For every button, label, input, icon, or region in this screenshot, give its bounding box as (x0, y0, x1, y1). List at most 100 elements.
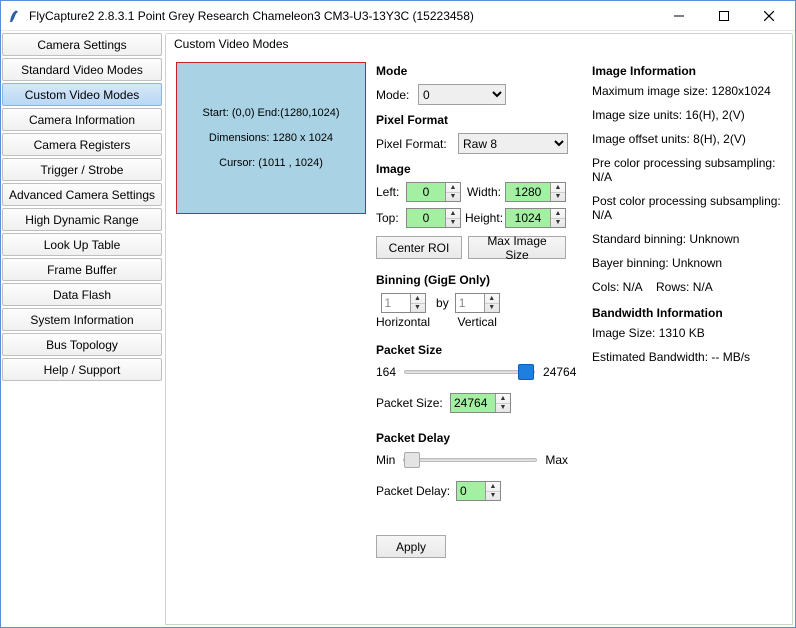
image-info-heading: Image Information (592, 64, 782, 78)
top-label: Top: (376, 211, 402, 225)
sidebar-item-standard-video-modes[interactable]: Standard Video Modes (2, 58, 162, 81)
settings-column: Mode Mode: 0 Pixel Format Pixel Format: … (376, 62, 568, 614)
sidebar-item-trigger-strobe[interactable]: Trigger / Strobe (2, 158, 162, 181)
binning-by-label: by (436, 296, 449, 310)
panel-title: Custom Video Modes (166, 34, 792, 56)
packetdelay-spinner[interactable]: ▲▼ (485, 482, 500, 500)
info-bayer-binning: Bayer binning: Unknown (592, 256, 782, 270)
sidebar-item-high-dynamic-range[interactable]: High Dynamic Range (2, 208, 162, 231)
height-value[interactable] (506, 209, 550, 227)
binning-v-col: ▲▼ Vertical (455, 293, 500, 329)
apply-button[interactable]: Apply (376, 535, 446, 558)
binning-h-col: ▲▼ Horizontal (376, 293, 430, 329)
packetdelay-slider-row: Min Max (376, 453, 568, 467)
binning-v-label: Vertical (458, 315, 497, 329)
packetsize-label: Packet Size: (376, 396, 446, 410)
height-spinner[interactable]: ▲▼ (550, 209, 565, 227)
packetdelay-input[interactable]: ▲▼ (456, 481, 501, 501)
binning-v-value[interactable] (456, 294, 484, 312)
packetsize-max: 24764 (543, 365, 576, 379)
packetsize-slider[interactable] (404, 370, 535, 374)
preview-line1: Start: (0,0) End:(1280,1024) (203, 107, 340, 119)
close-button[interactable] (746, 1, 791, 30)
binning-row: ▲▼ Horizontal by ▲▼ Vertical (376, 293, 568, 329)
preview-line2: Dimensions: 1280 x 1024 (209, 132, 333, 144)
packetdelay-value[interactable] (457, 482, 485, 500)
packetsize-input[interactable]: ▲▼ (450, 393, 511, 413)
sidebar-item-look-up-table[interactable]: Look Up Table (2, 233, 162, 256)
sidebar-item-bus-topology[interactable]: Bus Topology (2, 333, 162, 356)
minimize-button[interactable] (656, 1, 701, 30)
top-value[interactable] (407, 209, 445, 227)
info-size-units: Image size units: 16(H), 2(V) (592, 108, 782, 122)
top-spinner[interactable]: ▲▼ (445, 209, 460, 227)
sidebar-item-frame-buffer[interactable]: Frame Buffer (2, 258, 162, 281)
pixelformat-row: Pixel Format: Raw 8 (376, 133, 568, 154)
main-window: FlyCapture2 2.8.3.1 Point Grey Research … (0, 0, 796, 628)
width-value[interactable] (506, 183, 550, 201)
packetsize-spinner[interactable]: ▲▼ (495, 394, 510, 412)
title-bar: FlyCapture2 2.8.3.1 Point Grey Research … (1, 1, 795, 31)
bandwidth-heading: Bandwidth Information (592, 306, 782, 320)
max-image-size-button[interactable]: Max Image Size (468, 236, 566, 259)
info-offset-units: Image offset units: 8(H), 2(V) (592, 132, 782, 146)
sidebar-item-camera-registers[interactable]: Camera Registers (2, 133, 162, 156)
sidebar-item-advanced-camera-settings[interactable]: Advanced Camera Settings (2, 183, 162, 206)
mode-label: Mode: (376, 88, 414, 102)
sidebar-item-system-information[interactable]: System Information (2, 308, 162, 331)
pixelformat-label: Pixel Format: (376, 137, 454, 151)
left-value[interactable] (407, 183, 445, 201)
left-spinner[interactable]: ▲▼ (445, 183, 460, 201)
apply-row: Apply (376, 535, 568, 558)
info-column: Image Information Maximum image size: 12… (578, 62, 782, 614)
mode-row: Mode: 0 (376, 84, 568, 105)
packetdelay-row: Packet Delay: ▲▼ (376, 481, 568, 501)
left-label: Left: (376, 185, 402, 199)
preview-column: Start: (0,0) End:(1280,1024) Dimensions:… (176, 62, 366, 614)
sidebar-item-camera-information[interactable]: Camera Information (2, 108, 162, 131)
mode-heading: Mode (376, 64, 568, 78)
image-row-lt-wd: Left: ▲▼ Width: ▲▼ (376, 182, 568, 202)
window-title: FlyCapture2 2.8.3.1 Point Grey Research … (29, 9, 656, 23)
mode-select[interactable]: 0 (418, 84, 506, 105)
packetdelay-slider[interactable] (403, 458, 537, 462)
packetsize-heading: Packet Size (376, 343, 568, 357)
binning-h-spinner[interactable]: ▲▼ (410, 294, 425, 312)
binning-h-input[interactable]: ▲▼ (381, 293, 426, 313)
image-row-tp-ht: Top: ▲▼ Height: ▲▼ (376, 208, 568, 228)
sidebar-item-custom-video-modes[interactable]: Custom Video Modes (2, 83, 162, 106)
window-buttons (656, 1, 791, 30)
height-input[interactable]: ▲▼ (505, 208, 566, 228)
width-label: Width: (465, 185, 501, 199)
sidebar-item-data-flash[interactable]: Data Flash (2, 283, 162, 306)
sidebar-item-help-support[interactable]: Help / Support (2, 358, 162, 381)
binning-v-spinner[interactable]: ▲▼ (484, 294, 499, 312)
roi-preview[interactable]: Start: (0,0) End:(1280,1024) Dimensions:… (176, 62, 366, 214)
center-roi-button[interactable]: Center ROI (376, 236, 462, 259)
app-icon (7, 8, 23, 24)
client-area: Camera SettingsStandard Video ModesCusto… (1, 31, 795, 627)
width-spinner[interactable]: ▲▼ (550, 183, 565, 201)
top-input[interactable]: ▲▼ (406, 208, 461, 228)
width-input[interactable]: ▲▼ (505, 182, 566, 202)
roi-button-row: Center ROI Max Image Size (376, 236, 568, 259)
sidebar-item-camera-settings[interactable]: Camera Settings (2, 33, 162, 56)
info-bandwidth: Estimated Bandwidth: -- MB/s (592, 350, 782, 364)
packetsize-slider-row: 164 24764 (376, 365, 568, 379)
preview-line3: Cursor: (1011 , 1024) (219, 157, 323, 169)
packetdelay-min: Min (376, 453, 395, 467)
packetdelay-label: Packet Delay: (376, 484, 452, 498)
binning-v-input[interactable]: ▲▼ (455, 293, 500, 313)
packetdelay-max: Max (545, 453, 568, 467)
binning-h-label: Horizontal (376, 315, 430, 329)
binning-h-value[interactable] (382, 294, 410, 312)
maximize-button[interactable] (701, 1, 746, 30)
info-cols-rows: Cols: N/A Rows: N/A (592, 280, 782, 294)
packetdelay-heading: Packet Delay (376, 431, 568, 445)
height-label: Height: (465, 211, 501, 225)
packetsize-row: Packet Size: ▲▼ (376, 393, 568, 413)
packetsize-value[interactable] (451, 394, 495, 412)
left-input[interactable]: ▲▼ (406, 182, 461, 202)
info-std-binning: Standard binning: Unknown (592, 232, 782, 246)
pixelformat-select[interactable]: Raw 8 (458, 133, 568, 154)
